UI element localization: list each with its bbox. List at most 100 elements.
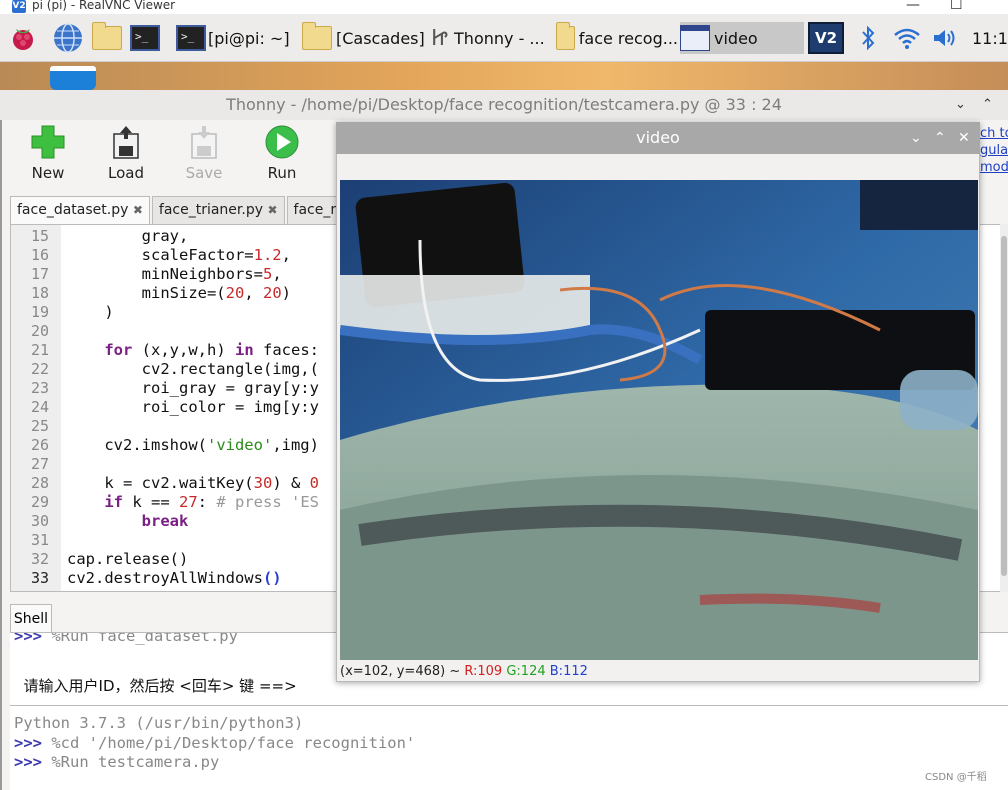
run-button[interactable]: Run xyxy=(252,124,312,182)
line-number: 30 xyxy=(30,512,49,530)
code-line: gray, xyxy=(67,227,189,245)
window-icon xyxy=(680,25,710,51)
floppy-save-icon xyxy=(186,124,222,160)
folder-icon xyxy=(92,22,122,50)
pixel-blue-value: B:112 xyxy=(549,664,588,679)
line-number: 19 xyxy=(30,303,49,321)
close-icon[interactable]: ✖ xyxy=(267,203,277,217)
terminal-icon: >_ xyxy=(176,25,206,51)
shell-line: 请输入用户ID，然后按 <回车> 键 ==> xyxy=(14,677,297,695)
code-line: cap.release() xyxy=(67,550,189,568)
pixel-red-value: R:109 xyxy=(464,664,503,679)
tab-label: face_trianer.py xyxy=(158,202,264,218)
new-button-label: New xyxy=(31,164,65,182)
line-number: 18 xyxy=(30,284,49,302)
line-number: 26 xyxy=(30,436,49,454)
code-line: minSize=(20, 20) xyxy=(67,284,291,302)
thonny-title-bar: Thonny - /home/pi/Desktop/face recogniti… xyxy=(0,90,1008,120)
desktop-background xyxy=(0,62,1008,92)
close-icon[interactable]: ✖ xyxy=(133,203,143,217)
video-title-bar: video ⌄ ⌃ ✕ xyxy=(336,122,980,154)
volume-icon[interactable] xyxy=(930,22,960,54)
shell-divider xyxy=(10,705,1008,706)
thonny-window-title: Thonny - /home/pi/Desktop/face recogniti… xyxy=(226,95,782,114)
floppy-load-icon xyxy=(108,124,144,160)
line-number: 24 xyxy=(30,398,49,416)
close-icon[interactable]: ✕ xyxy=(958,122,970,154)
code-line: cv2.destroyAllWindows() xyxy=(67,569,282,587)
code-line: k = cv2.waitKey(30) & 0 xyxy=(67,474,319,492)
tab-face-dataset[interactable]: face_dataset.py ✖ xyxy=(10,196,150,224)
taskbar-item-thonny[interactable]: Ꮵ Thonny - ... xyxy=(432,22,554,54)
code-line: cv2.imshow('video',img) xyxy=(67,436,319,454)
shell-line: Python 3.7.3 (/usr/bin/python3) xyxy=(14,714,304,732)
globe-icon xyxy=(54,23,82,53)
shell-line: >>> %Run testcamera.py xyxy=(14,753,220,771)
code-line: for (x,y,w,h) in faces: xyxy=(104,341,319,359)
raspberry-icon xyxy=(13,29,33,50)
vnc-minimize-button[interactable]: — xyxy=(906,0,920,13)
taskbar-item-label: [pi@pi: ~] xyxy=(208,28,290,48)
taskbar-item-terminal[interactable]: >_ [pi@pi: ~] xyxy=(176,22,298,54)
chevron-down-icon[interactable]: ⌄ xyxy=(910,122,922,154)
line-number: 16 xyxy=(30,246,49,264)
code-line: scaleFactor=1.2, xyxy=(67,246,291,264)
line-number: 28 xyxy=(30,474,49,492)
save-button-label: Save xyxy=(185,164,223,182)
save-button[interactable]: Save xyxy=(174,124,234,182)
terminal-icon: >_ xyxy=(130,25,160,51)
vnc-maximize-button[interactable]: ☐ xyxy=(950,0,963,13)
chevron-down-icon[interactable]: ⌄ xyxy=(955,90,966,120)
line-number: 31 xyxy=(30,531,49,549)
taskbar-clock[interactable]: 11:17 xyxy=(972,22,1008,54)
wifi-icon[interactable] xyxy=(892,22,922,54)
bluetooth-icon[interactable] xyxy=(856,22,880,54)
help-link[interactable]: ch to xyxy=(980,126,1008,141)
vnc-logo-icon: V2 xyxy=(12,0,26,13)
vnc-title-bar: V2 pi (pi) - RealVNC Viewer — ☐ xyxy=(0,0,1008,14)
shell-line: >>> %Run face_dataset.py xyxy=(14,632,238,645)
folder-icon xyxy=(556,22,575,50)
trash-icon[interactable] xyxy=(50,66,96,90)
raspberry-menu-button[interactable] xyxy=(8,22,42,54)
line-number: 29 xyxy=(30,493,49,511)
tab-face-trainer[interactable]: face_trianer.py ✖ xyxy=(151,196,285,224)
taskbar-item-label: [Cascades] xyxy=(336,28,425,48)
new-button[interactable]: New xyxy=(18,124,78,182)
code-line: break xyxy=(141,512,189,530)
taskbar-item-label: face recog... xyxy=(578,28,678,48)
terminal-launcher[interactable]: >_ xyxy=(130,22,166,54)
folder-icon xyxy=(302,22,332,50)
code-line: minNeighbors=5, xyxy=(67,265,282,283)
plus-icon xyxy=(30,124,66,160)
code-line: cv2.rectangle(img,( xyxy=(67,360,319,378)
line-number: 32 xyxy=(30,550,49,568)
code-line: if k == 27: # press 'ES xyxy=(104,493,319,511)
chevron-up-icon[interactable]: ⌃ xyxy=(982,90,993,120)
tab-shell[interactable]: Shell xyxy=(10,604,52,632)
watermark: CSDN @千稻 xyxy=(925,772,987,783)
chevron-up-icon[interactable]: ⌃ xyxy=(934,122,946,154)
camera-frame[interactable] xyxy=(340,180,978,660)
vnc-window-title: pi (pi) - RealVNC Viewer xyxy=(32,0,176,12)
load-button-label: Load xyxy=(108,164,144,182)
file-manager-launcher[interactable] xyxy=(92,22,126,54)
help-link[interactable]: mode xyxy=(980,160,1008,175)
thonny-icon: Ꮵ xyxy=(432,25,449,51)
editor-scrollbar-thumb[interactable] xyxy=(1001,236,1007,576)
taskbar-item-label: Thonny - ... xyxy=(454,28,545,48)
help-link[interactable]: gular xyxy=(980,143,1008,158)
taskbar-item-face-recognition[interactable]: face recog... xyxy=(556,22,678,54)
browser-launcher[interactable] xyxy=(52,22,88,54)
load-button[interactable]: Load xyxy=(96,124,156,182)
pixel-coords: (x=102, y=468) ~ xyxy=(340,664,465,679)
code-line: roi_gray = gray[y:y xyxy=(67,379,319,397)
taskbar-item-cascades[interactable]: [Cascades] xyxy=(302,22,426,54)
code-line: roi_color = img[y:y xyxy=(67,398,319,416)
vnc-server-icon[interactable]: V2 xyxy=(808,22,844,54)
editor-tabs: face_dataset.py ✖ face_trianer.py ✖ face… xyxy=(10,196,361,224)
pixel-green-value: G:124 xyxy=(506,664,546,679)
line-number: 20 xyxy=(30,322,49,340)
taskbar-item-video[interactable]: video xyxy=(680,22,804,54)
line-number: 27 xyxy=(30,455,49,473)
